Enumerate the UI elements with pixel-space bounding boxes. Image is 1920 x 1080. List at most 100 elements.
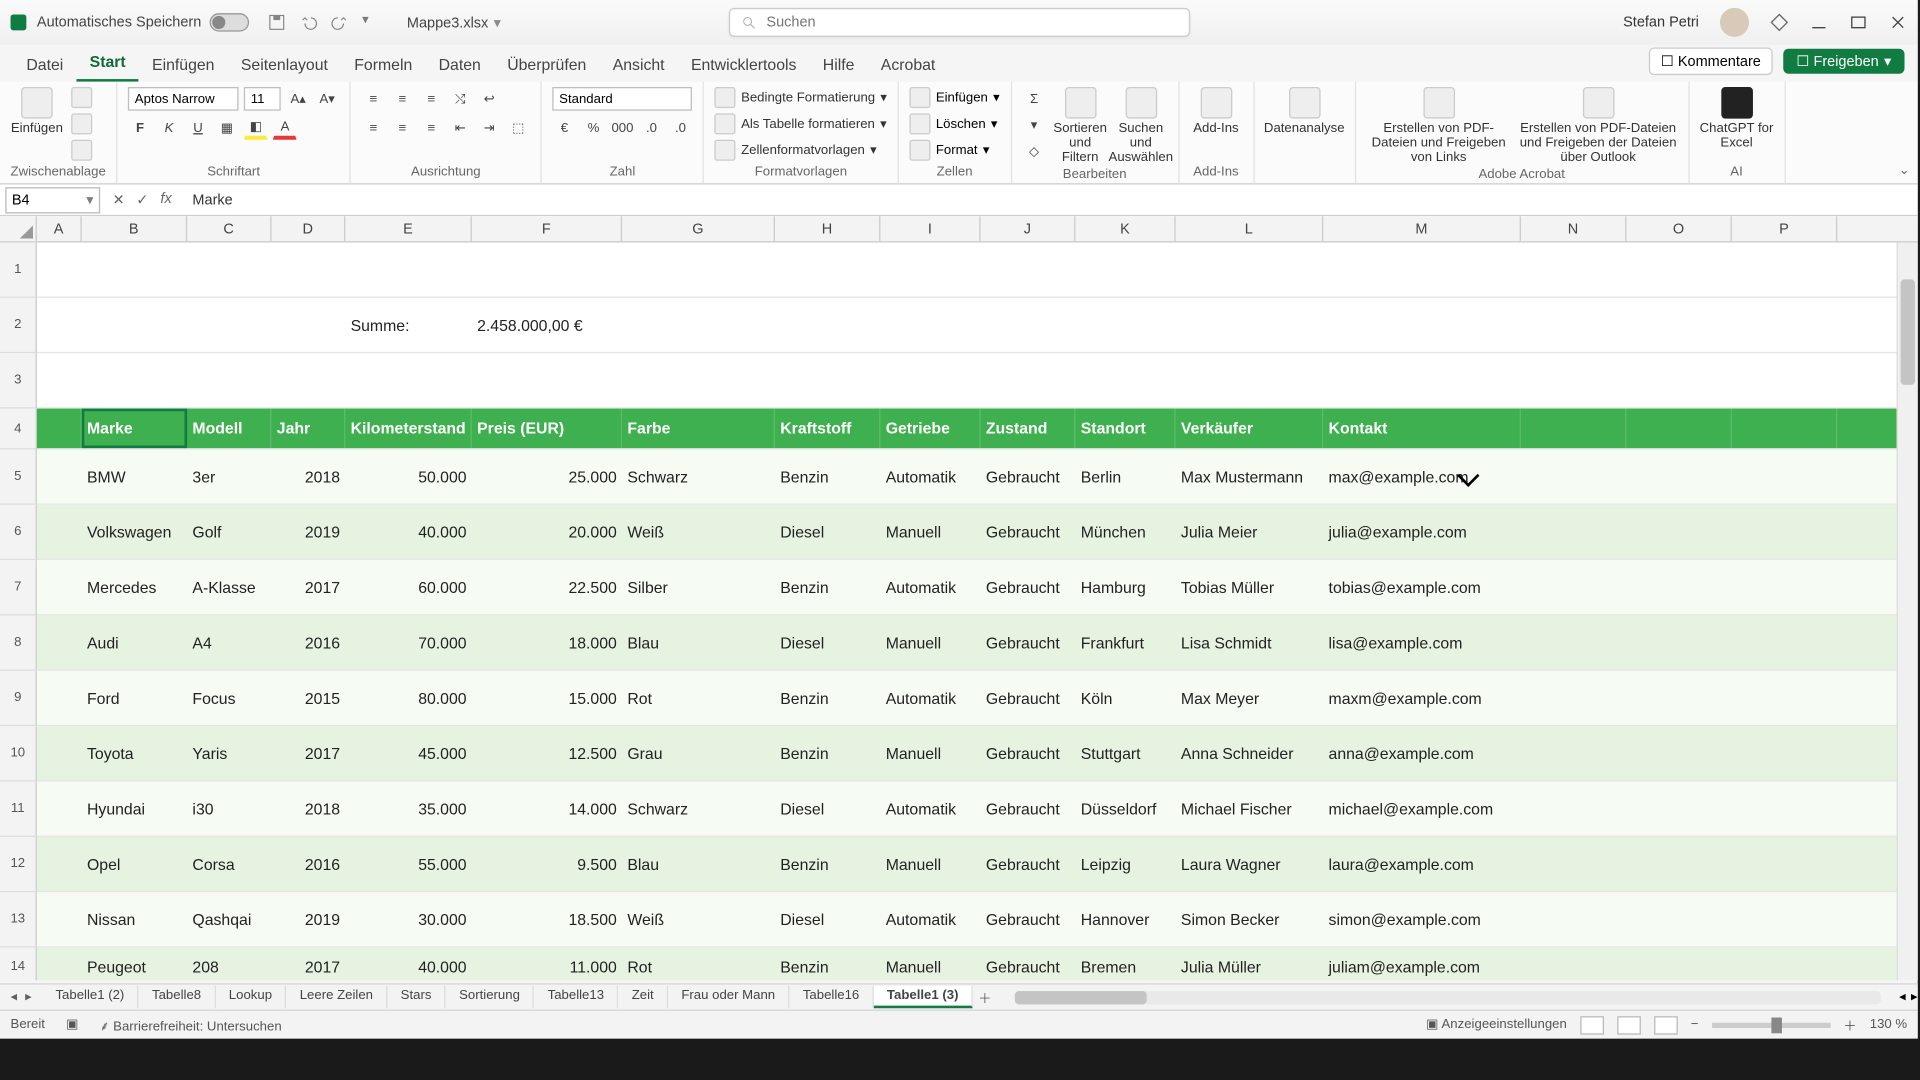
- cell[interactable]: 2015: [272, 671, 346, 725]
- cell[interactable]: 15.000: [472, 671, 622, 725]
- cell[interactable]: 3er: [187, 449, 271, 503]
- cell[interactable]: anna@example.com: [1323, 726, 1521, 780]
- cell[interactable]: Weiß: [622, 505, 775, 559]
- tab-formeln[interactable]: Formeln: [341, 49, 425, 82]
- cell[interactable]: [187, 243, 271, 297]
- hscroll-right-icon[interactable]: ▸: [1911, 990, 1918, 1004]
- cell[interactable]: [82, 243, 187, 297]
- cell[interactable]: Leipzig: [1075, 837, 1175, 891]
- cell[interactable]: [472, 243, 622, 297]
- cell[interactable]: Köln: [1075, 671, 1175, 725]
- row-header-6[interactable]: 6: [0, 505, 37, 560]
- sheet-tab[interactable]: Tabelle13: [534, 986, 618, 1008]
- decrease-font-icon[interactable]: A▾: [315, 87, 339, 111]
- cell[interactable]: Manuell: [880, 616, 980, 670]
- col-header-M[interactable]: M: [1323, 216, 1521, 241]
- cell[interactable]: [1075, 243, 1175, 297]
- cell[interactable]: [1626, 948, 1731, 981]
- cell[interactable]: Peugeot: [82, 948, 187, 981]
- cell[interactable]: [37, 409, 82, 449]
- align-middle-icon[interactable]: ≡: [390, 87, 414, 111]
- cell[interactable]: [1626, 837, 1731, 891]
- search-input[interactable]: [766, 14, 1177, 30]
- sheet-tab[interactable]: Lookup: [216, 986, 287, 1008]
- cell[interactable]: [472, 353, 622, 407]
- cell[interactable]: [272, 243, 346, 297]
- cell[interactable]: [1176, 243, 1324, 297]
- cell[interactable]: München: [1075, 505, 1175, 559]
- tab-einfuegen[interactable]: Einfügen: [139, 49, 228, 82]
- cell[interactable]: [1521, 409, 1626, 449]
- cell[interactable]: Kontakt: [1323, 409, 1521, 449]
- row-header-2[interactable]: 2: [0, 298, 37, 353]
- cell[interactable]: Gebraucht: [981, 782, 1076, 836]
- tab-daten[interactable]: Daten: [425, 49, 494, 82]
- fill-color-icon[interactable]: ◧: [244, 116, 268, 140]
- cell[interactable]: [1176, 353, 1324, 407]
- sheet-prev-icon[interactable]: ◂: [11, 990, 18, 1004]
- cell[interactable]: [1521, 505, 1626, 559]
- increase-font-icon[interactable]: A▴: [286, 87, 310, 111]
- sheet-tab[interactable]: Tabelle1 (2): [42, 986, 139, 1008]
- status-accessibility[interactable]: ⸙ Barrierefreiheit: Untersuchen: [100, 1016, 282, 1034]
- name-box[interactable]: B4▾: [5, 186, 100, 212]
- cell[interactable]: Silber: [622, 560, 775, 614]
- display-settings-button[interactable]: ▣ Anzeigeeinstellungen: [1426, 1017, 1567, 1031]
- cell[interactable]: 35.000: [345, 782, 472, 836]
- cell[interactable]: Manuell: [880, 505, 980, 559]
- cell[interactable]: [37, 298, 82, 352]
- cell[interactable]: Anna Schneider: [1176, 726, 1324, 780]
- row-header-7[interactable]: 7: [0, 560, 37, 615]
- cell[interactable]: [880, 353, 980, 407]
- format-cells-button[interactable]: Format ▾: [909, 140, 989, 161]
- italic-icon[interactable]: K: [157, 116, 181, 140]
- cell[interactable]: [1075, 353, 1175, 407]
- sheet-tab[interactable]: Sortierung: [446, 986, 534, 1008]
- col-header-E[interactable]: E: [345, 216, 472, 241]
- zoom-in-icon[interactable]: ＋: [1843, 1015, 1856, 1035]
- cell[interactable]: Gebraucht: [981, 505, 1076, 559]
- cell[interactable]: [272, 353, 346, 407]
- cell[interactable]: [1732, 837, 1837, 891]
- cell[interactable]: 40.000: [345, 505, 472, 559]
- cell[interactable]: 2019: [272, 892, 346, 946]
- cell[interactable]: [272, 298, 346, 352]
- cell[interactable]: julia@example.com: [1323, 505, 1521, 559]
- cell[interactable]: [1732, 560, 1837, 614]
- col-header-K[interactable]: K: [1075, 216, 1175, 241]
- align-top-icon[interactable]: ≡: [361, 87, 385, 111]
- cell[interactable]: Toyota: [82, 726, 187, 780]
- tab-datei[interactable]: Datei: [13, 49, 76, 82]
- cancel-formula-icon[interactable]: ✕: [108, 191, 129, 208]
- cell[interactable]: [1626, 560, 1731, 614]
- enter-formula-icon[interactable]: ✓: [132, 191, 153, 208]
- cell[interactable]: Farbe: [622, 409, 775, 449]
- align-center-icon[interactable]: ≡: [390, 116, 414, 140]
- view-normal-icon[interactable]: [1580, 1016, 1604, 1034]
- cell[interactable]: [1323, 353, 1521, 407]
- close-icon[interactable]: [1889, 13, 1907, 31]
- cell[interactable]: 18.500: [472, 892, 622, 946]
- cell[interactable]: Hyundai: [82, 782, 187, 836]
- col-header-I[interactable]: I: [880, 216, 980, 241]
- increase-indent-icon[interactable]: ⇥: [477, 116, 501, 140]
- cell[interactable]: Automatik: [880, 560, 980, 614]
- row-header-9[interactable]: 9: [0, 671, 37, 726]
- paste-button[interactable]: Einfügen: [11, 87, 64, 136]
- freigeben-button[interactable]: ☐ Freigeben▾: [1783, 49, 1904, 74]
- cell[interactable]: [37, 892, 82, 946]
- col-header-N[interactable]: N: [1521, 216, 1626, 241]
- cell[interactable]: [1732, 505, 1837, 559]
- tab-hilfe[interactable]: Hilfe: [810, 49, 868, 82]
- cell[interactable]: Benzin: [775, 726, 880, 780]
- zoom-out-icon[interactable]: −: [1691, 1017, 1699, 1031]
- sheet-tab[interactable]: Tabelle16: [790, 986, 874, 1008]
- wrap-text-icon[interactable]: ↩: [477, 87, 501, 111]
- cell[interactable]: laura@example.com: [1323, 837, 1521, 891]
- bold-icon[interactable]: F: [128, 116, 152, 140]
- cell[interactable]: Automatik: [880, 449, 980, 503]
- format-painter-icon[interactable]: [71, 140, 92, 161]
- cell[interactable]: [1626, 409, 1731, 449]
- cell[interactable]: Max Meyer: [1176, 671, 1324, 725]
- col-header-B[interactable]: B: [82, 216, 187, 241]
